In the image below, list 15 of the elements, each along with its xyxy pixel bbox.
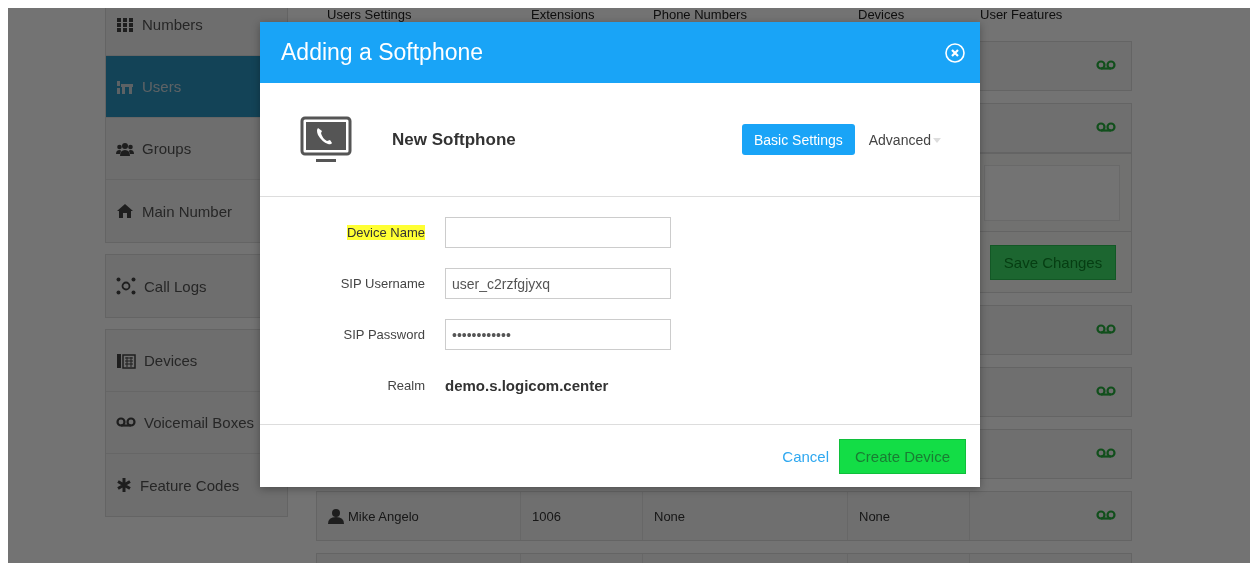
table-cell: None <box>654 508 686 524</box>
column-header: Users Settings <box>326 8 413 24</box>
field-label: SIP Username <box>340 276 425 291</box>
field-label: Realm <box>387 378 425 393</box>
field-label: Device Name <box>346 225 425 240</box>
table-cell: None <box>859 508 891 524</box>
column-header: Phone Numbers <box>652 8 748 24</box>
table-cell: Mike Angelo <box>348 508 419 524</box>
field-value: demo.s.logicom.center <box>445 377 609 394</box>
table-cell: 1006 <box>532 508 561 524</box>
column-header: Devices <box>857 8 906 24</box>
field-label: SIP Password <box>343 327 425 342</box>
device-title: New Softphone <box>392 129 517 150</box>
column-header: Extensions <box>530 8 596 24</box>
column-header: User Features <box>979 8 1064 24</box>
